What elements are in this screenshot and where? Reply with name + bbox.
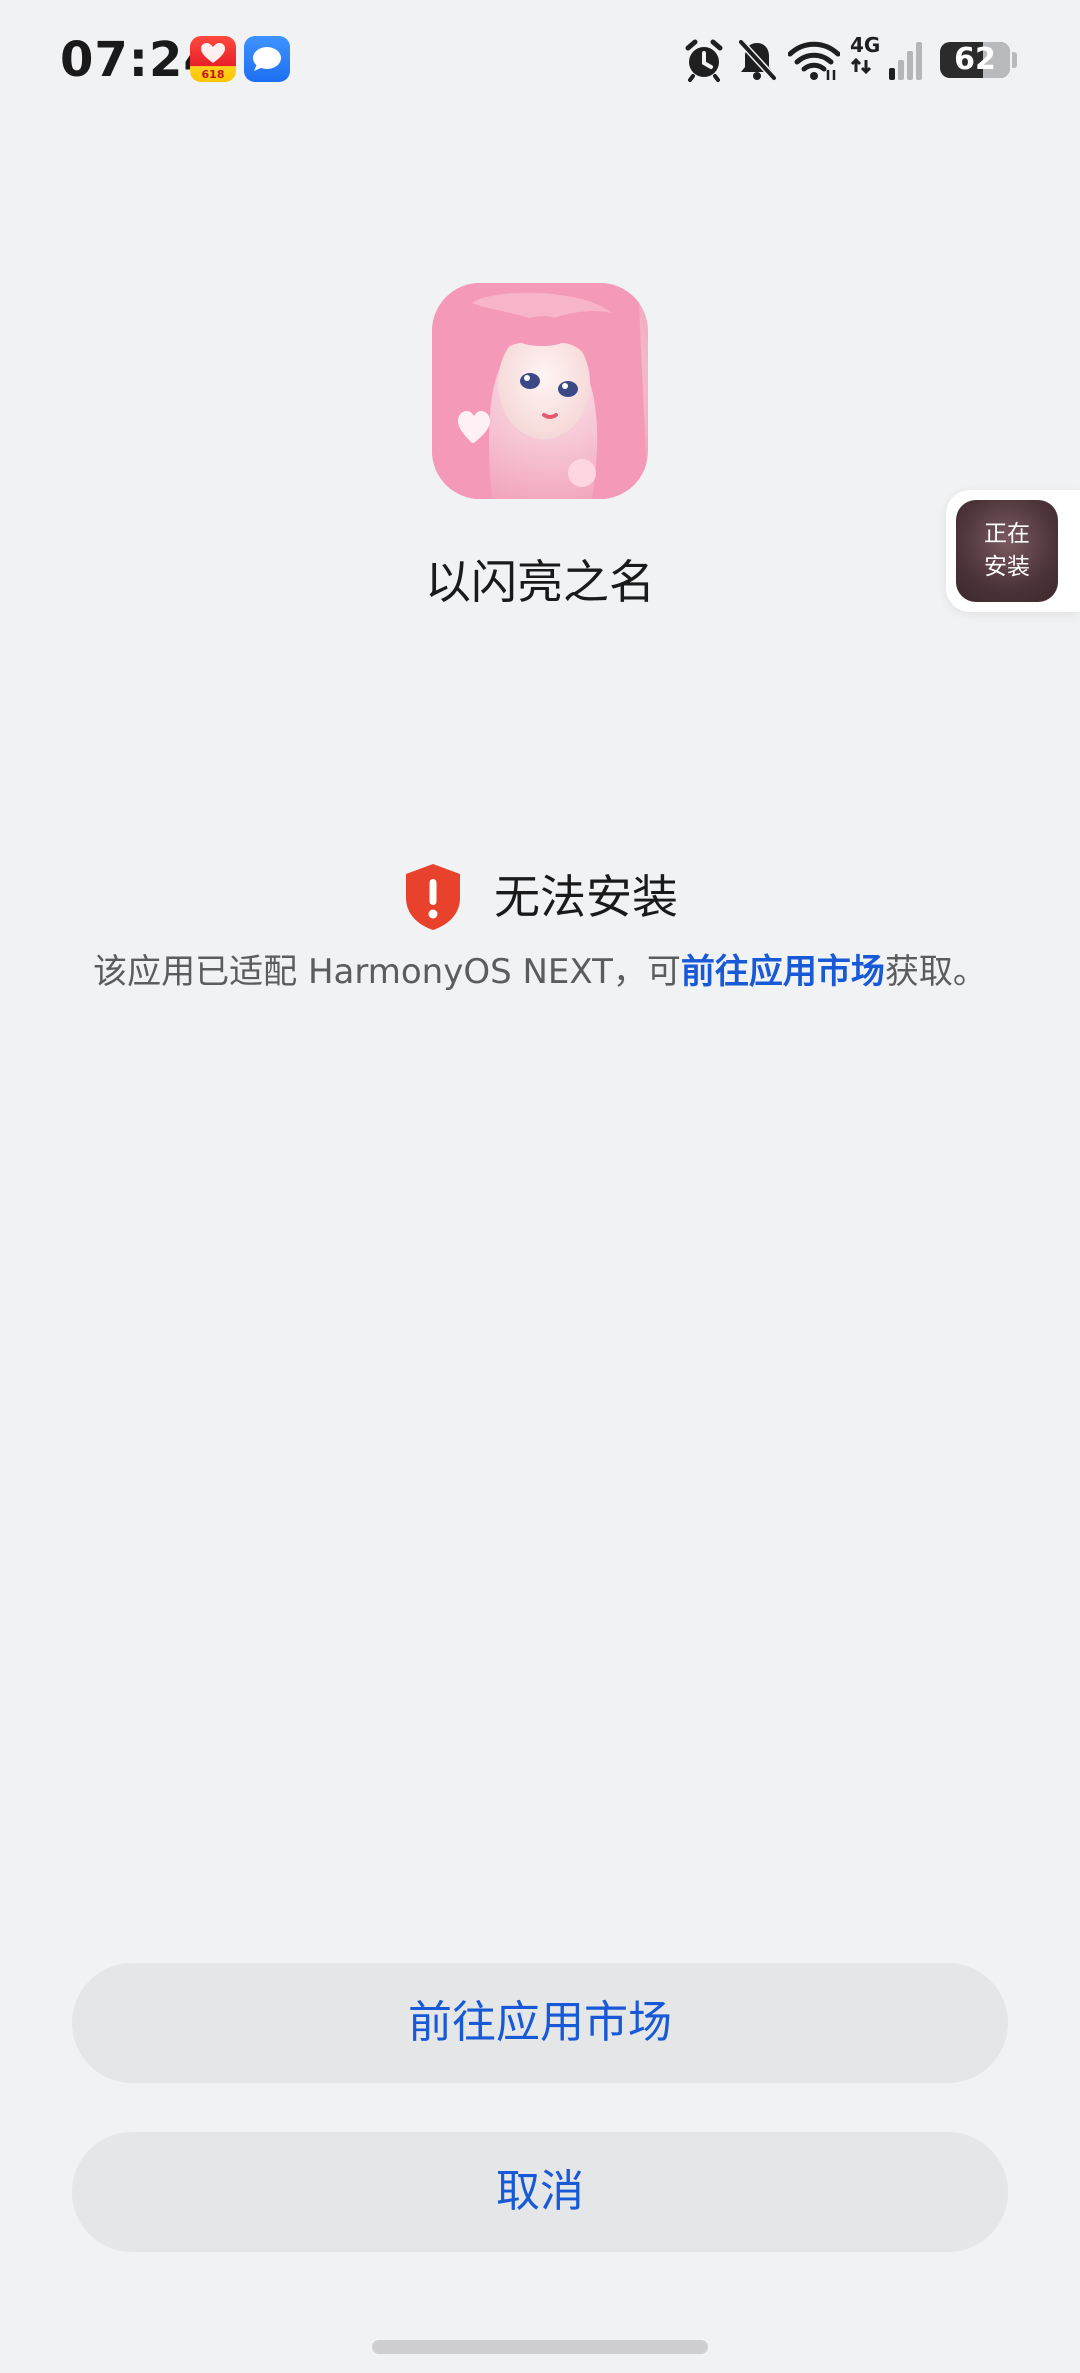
app-name: 以闪亮之名 — [425, 555, 655, 609]
battery-icon: 62 — [940, 42, 1010, 78]
heart-icon — [201, 43, 225, 63]
battery-cap — [1012, 52, 1017, 68]
warning-shield-icon — [406, 864, 460, 930]
install-status-title: 无法安装 — [494, 870, 678, 924]
installing-label: 正在 安装 — [984, 521, 1030, 580]
app-character-artwork — [432, 283, 648, 499]
cancel-button[interactable]: 取消 — [72, 2132, 1008, 2252]
bell-mute-icon — [738, 39, 777, 81]
chat-bubble-icon — [253, 47, 281, 71]
install-status-description: 该应用已适配 HarmonyOS NEXT，可前往应用市场获取。 — [0, 946, 1080, 998]
install-status-row: 无法安装 — [0, 862, 1080, 938]
shop-badge-text: 618 — [201, 68, 225, 81]
message-notification-icon — [244, 36, 290, 82]
mobile-data-icon: 4G — [850, 34, 888, 84]
home-indicator[interactable] — [372, 2340, 708, 2354]
network-type-label: 4G — [850, 33, 881, 57]
signal-strength-icon — [889, 42, 922, 80]
installing-floating-bubble[interactable]: 正在 安装 — [946, 490, 1080, 612]
description-text-end: 获取。 — [884, 952, 987, 992]
data-arrows-icon — [850, 57, 872, 75]
description-text: 该应用已适配 HarmonyOS NEXT，可 — [93, 952, 681, 992]
wifi-icon — [788, 41, 840, 80]
alarm-icon — [685, 39, 723, 82]
install-blocked-screen: 07:24 618 4G 62 以闪亮之名 正在 安装 无法安装 该应用已适配 … — [0, 0, 1080, 2373]
go-to-app-market-link[interactable]: 前往应用市场 — [681, 952, 885, 992]
shopping-app-notification-icon: 618 — [190, 36, 236, 82]
app-icon — [432, 283, 648, 499]
battery-level-text: 62 — [954, 42, 996, 77]
go-to-app-market-button[interactable]: 前往应用市场 — [72, 1963, 1008, 2083]
